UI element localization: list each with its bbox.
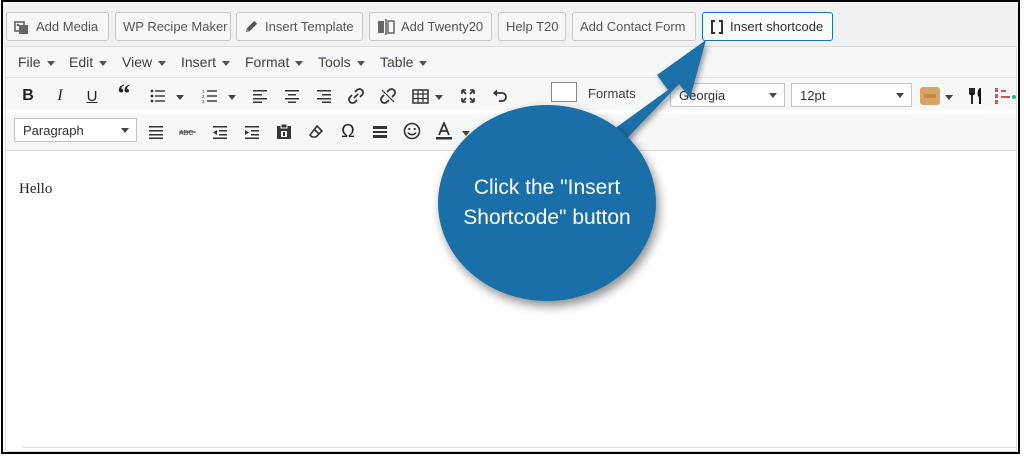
media-buttons-row: Add Media WP Recipe Maker Insert Templat… [3,2,1018,46]
font-family-select[interactable]: Georgia [670,83,785,107]
editor-toolbar-1: B I U “ 123 Formats Georgia 12pt [6,78,1016,110]
add-media-label: Add Media [36,19,99,34]
clear-formatting-icon[interactable] [304,120,328,144]
help-t20-label: Help T20 [506,19,559,34]
font-size-select[interactable]: 12pt [791,83,912,107]
text-color-icon[interactable] [432,119,456,143]
editor-bottom-border [22,447,1016,451]
fork-knife-icon[interactable] [964,84,988,108]
insert-template-label: Insert Template [265,19,354,34]
table-icon[interactable] [408,84,432,108]
menu-edit-label: Edit [69,54,94,70]
underline-icon[interactable]: U [80,84,104,108]
wpbakery-plugin-icon[interactable] [918,84,942,108]
pencil-icon [244,19,259,34]
add-twenty20-label: Add Twenty20 [401,19,484,34]
callout-text: Click the "Insert Shortcode" button [463,176,631,229]
justify-icon[interactable] [144,120,168,144]
menu-edit[interactable]: Edit [69,54,108,70]
menu-table-label: Table [380,54,414,70]
emoticons-icon[interactable] [400,119,424,143]
insert-template-button[interactable]: Insert Template [236,12,363,41]
font-family-value: Georgia [679,87,726,103]
italic-icon[interactable]: I [48,84,72,108]
font-size-value: 12pt [800,87,826,103]
add-twenty20-button[interactable]: Add Twenty20 [369,12,492,41]
bullet-list-icon[interactable] [146,84,170,108]
menu-insert-label: Insert [181,54,217,70]
fullscreen-icon[interactable] [456,84,480,108]
add-media-icon [14,19,30,35]
menu-view[interactable]: View [122,54,167,70]
layout-plugin-icon[interactable] [994,84,1018,108]
paste-text-icon[interactable] [272,119,296,143]
strikethrough-icon[interactable]: ABC [176,120,200,144]
add-contact-form-button[interactable]: Add Contact Form [572,12,696,41]
align-left-icon[interactable] [248,84,272,108]
table-dropdown[interactable] [435,95,443,100]
wp-recipe-maker-button[interactable]: WP Recipe Maker [115,12,231,41]
add-contact-form-label: Add Contact Form [580,19,686,34]
help-t20-button[interactable]: Help T20 [498,12,566,41]
paragraph-format-value: Paragraph [23,122,84,138]
outdent-icon[interactable] [208,120,232,144]
insert-shortcode-label: Insert shortcode [730,19,824,34]
menu-insert[interactable]: Insert [181,54,231,70]
instruction-callout: Click the "Insert Shortcode" button [438,105,656,301]
menu-table[interactable]: Table [380,54,428,70]
plugin-dropdown[interactable] [945,95,953,100]
menu-file-label: File [18,54,41,70]
numbered-list-icon[interactable]: 123 [198,84,222,108]
svg-text:ABC: ABC [179,130,193,137]
align-right-icon[interactable] [312,84,336,108]
paragraph-format-select[interactable]: Paragraph [14,118,137,142]
link-icon[interactable] [344,84,368,108]
numbered-list-dropdown[interactable] [228,95,236,100]
blockquote-icon[interactable]: “ [112,79,136,108]
menu-view-label: View [122,54,153,70]
twenty20-icon [377,18,395,35]
editor-content-text[interactable]: Hello [19,181,52,198]
svg-text:3: 3 [202,99,205,103]
menu-file[interactable]: File [18,54,55,70]
menu-format[interactable]: Format [245,54,304,70]
undo-icon[interactable] [488,84,512,108]
bullet-list-dropdown[interactable] [176,95,184,100]
horizontal-line-icon[interactable] [368,120,392,144]
editor-menubar: File Edit View Insert Format Tools Table [6,47,1016,78]
add-media-button[interactable]: Add Media [6,12,109,41]
indent-icon[interactable] [240,120,264,144]
align-center-icon[interactable] [280,84,304,108]
wp-recipe-maker-label: WP Recipe Maker [123,19,228,34]
bold-icon[interactable]: B [16,84,40,108]
menu-tools-label: Tools [318,54,351,70]
shortcode-brackets-icon [710,19,724,34]
menu-format-label: Format [245,54,290,70]
formats-label[interactable]: Formats [588,86,636,101]
insert-shortcode-button[interactable]: Insert shortcode [702,12,833,41]
menu-tools[interactable]: Tools [318,54,365,70]
unlink-icon[interactable] [376,84,400,108]
formats-preview-icon[interactable] [551,82,577,102]
special-character-icon[interactable]: Ω [336,119,360,143]
